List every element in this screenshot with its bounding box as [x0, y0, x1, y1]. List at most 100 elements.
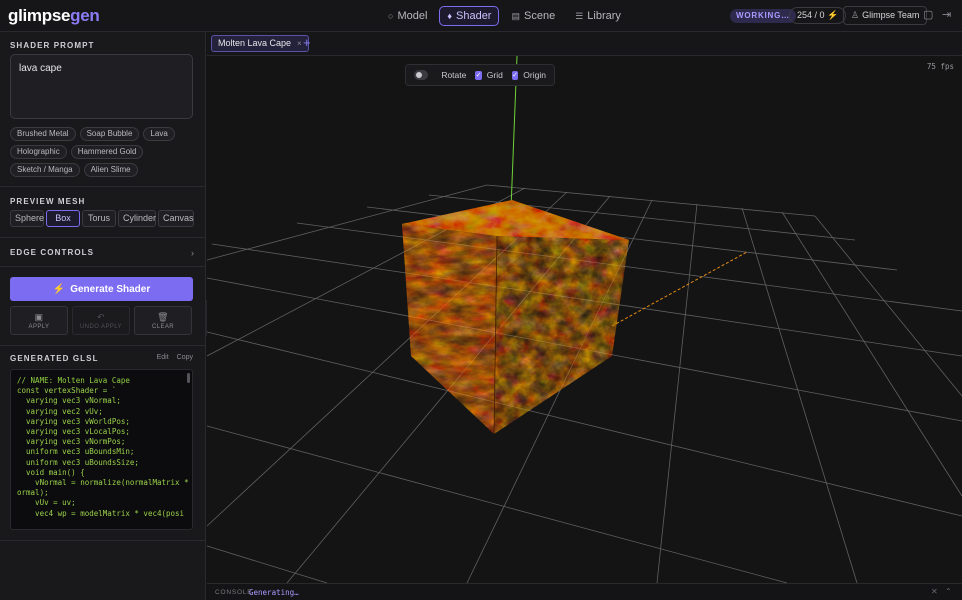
preset-chip[interactable]: Holographic	[10, 145, 67, 159]
code-line: // NAME: Molten Lava Cape	[17, 376, 130, 385]
logout-icon[interactable]: ⇥	[942, 8, 951, 21]
mesh-box-button[interactable]: Box	[46, 210, 80, 227]
mesh-canvas-button[interactable]: Canvas	[158, 210, 194, 227]
nav-library[interactable]: ☰ Library	[567, 6, 629, 26]
tab-molten-lava-cape[interactable]: Molten Lava Cape ×	[211, 35, 309, 52]
edge-controls-toggle[interactable]: EDGE CONTROLS ›	[10, 248, 194, 258]
lightning-icon: ⚡	[52, 283, 66, 295]
console-message: Generating…	[249, 588, 299, 597]
main-nav: ○ Model ♦ Shader ▤ Scene ☰ Library	[380, 6, 629, 26]
status-badge: WORKING…	[730, 9, 796, 23]
scene-canvas	[207, 56, 962, 583]
nav-scene-label: Scene	[524, 10, 556, 22]
glsl-title: GENERATED GLSL	[10, 354, 99, 363]
mesh-sphere-button[interactable]: Sphere	[10, 210, 44, 227]
mesh-cylinder-button[interactable]: Cylinder	[118, 210, 156, 227]
apply-label: APPLY	[28, 323, 50, 330]
tab-bar: Molten Lava Cape × +	[207, 32, 962, 56]
bolt-icon: ⚡	[827, 10, 839, 20]
divider	[0, 237, 206, 238]
viewport-options: Rotate ✓ Grid ✓ Origin	[405, 64, 555, 86]
nav-model[interactable]: ○ Model	[380, 6, 435, 26]
glsl-code-view[interactable]: // NAME: Molten Lava Cape const vertexSh…	[10, 369, 193, 530]
save-icon: ▣	[34, 311, 44, 322]
rotate-toggle[interactable]	[414, 70, 429, 80]
sidebar: SHADER PROMPT lava cape Brushed Metal So…	[0, 32, 206, 600]
generate-shader-button[interactable]: ⚡ Generate Shader	[10, 277, 193, 301]
preset-chip[interactable]: Lava	[143, 127, 175, 141]
nav-shader-label: Shader	[456, 10, 492, 22]
mesh-title: PREVIEW MESH	[10, 197, 86, 206]
undo-apply-button[interactable]: ↶ UNDO APPLY	[72, 306, 130, 335]
code-line: uniform vec3 uBoundsSize;	[17, 457, 139, 467]
origin-checkbox[interactable]: ✓	[511, 70, 519, 80]
code-line: varying vec3 vNormal;	[17, 396, 121, 406]
user-icon: ♙	[851, 10, 860, 20]
mesh-torus-button[interactable]: Torus	[82, 210, 116, 227]
preset-chip[interactable]: Sketch / Manga	[10, 163, 80, 177]
close-icon[interactable]: ✕	[931, 587, 938, 596]
generate-label: Generate Shader	[70, 283, 151, 295]
action-buttons: ▣ APPLY ↶ UNDO APPLY 🗑 CLEAR	[10, 306, 192, 335]
chevron-right-icon: ›	[191, 248, 194, 258]
shader-icon: ♦	[447, 11, 452, 21]
top-bar: glimpsegen ○ Model ♦ Shader ▤ Scene ☰ Librar…	[0, 0, 962, 32]
undo-label: UNDO APPLY	[80, 323, 122, 330]
console-bar: CONSOLE Generating… ✕ ⌃	[207, 583, 962, 600]
code-line: ormal);	[17, 488, 49, 498]
copy-link[interactable]: Copy	[177, 354, 193, 363]
team-name: Glimpse Team	[862, 10, 920, 20]
close-icon[interactable]: ×	[297, 39, 302, 48]
preset-chip[interactable]: Hammered Gold	[70, 145, 144, 159]
model-icon: ○	[388, 11, 394, 21]
code-line: vec4 wp = modelMatrix * vec4(posi	[17, 508, 185, 518]
expand-icon[interactable]: ⌃	[945, 587, 952, 596]
preset-chip[interactable]: Soap Bubble	[79, 127, 140, 141]
code-line: vUv = uv;	[17, 498, 76, 508]
clear-label: CLEAR	[151, 323, 174, 330]
edge-controls-title: EDGE CONTROLS	[10, 248, 95, 257]
divider	[0, 345, 206, 346]
preset-chips: Brushed Metal Soap Bubble Lava Holograph…	[10, 127, 200, 177]
tab-label: Molten Lava Cape	[218, 38, 292, 48]
divider	[0, 540, 206, 541]
rotate-label: Rotate	[441, 70, 467, 80]
origin-label: Origin	[523, 70, 546, 80]
undo-icon: ↶	[97, 311, 105, 322]
credits-counter[interactable]: 254 / 0 ⚡	[789, 7, 847, 24]
nav-library-label: Library	[587, 10, 621, 22]
code-scrollbar[interactable]	[187, 373, 190, 383]
apply-button[interactable]: ▣ APPLY	[10, 306, 68, 335]
nav-scene[interactable]: ▤ Scene	[503, 6, 563, 26]
library-icon: ☰	[575, 10, 584, 21]
console-label: CONSOLE	[215, 589, 253, 596]
team-button[interactable]: ♙ Glimpse Team	[843, 6, 928, 25]
add-tab-icon[interactable]: +	[303, 35, 311, 50]
preset-chip[interactable]: Alien Slime	[83, 163, 138, 177]
mesh-selector: Sphere Box Torus Cylinder Canvas	[10, 210, 194, 227]
code-line: varying vec3 vWorldPos;	[17, 416, 130, 426]
chat-icon[interactable]: ▢	[923, 8, 933, 21]
code-line: void main() {	[17, 467, 85, 477]
grid-label: Grid	[486, 70, 503, 80]
code-line: vNormal = normalize(normalMatrix * n	[17, 478, 193, 488]
trash-icon: 🗑	[157, 311, 169, 322]
fps-counter: 75 fps	[926, 62, 954, 71]
grid-checkbox[interactable]: ✓	[475, 70, 482, 80]
divider	[0, 266, 206, 267]
3d-viewport[interactable]: 75 fps Rotate ✓ Grid ✓ Origin	[207, 56, 962, 583]
preset-chip[interactable]: Brushed Metal	[10, 127, 76, 141]
code-line: const vertexShader = `	[17, 386, 117, 396]
divider	[0, 186, 206, 187]
code-line: varying vec3 vNormPos;	[17, 437, 126, 447]
prompt-input[interactable]: lava cape	[10, 54, 193, 119]
scene-icon: ▤	[511, 10, 520, 21]
clear-button[interactable]: 🗑 CLEAR	[134, 306, 192, 335]
edit-link[interactable]: Edit	[157, 354, 169, 363]
app-logo[interactable]: glimpsegen	[8, 6, 100, 26]
lava-cube	[402, 200, 629, 435]
credits-value: 254 / 0	[797, 10, 825, 20]
nav-model-label: Model	[397, 10, 428, 22]
nav-shader[interactable]: ♦ Shader	[439, 6, 500, 26]
code-line: varying vec2 vUv;	[17, 406, 103, 416]
